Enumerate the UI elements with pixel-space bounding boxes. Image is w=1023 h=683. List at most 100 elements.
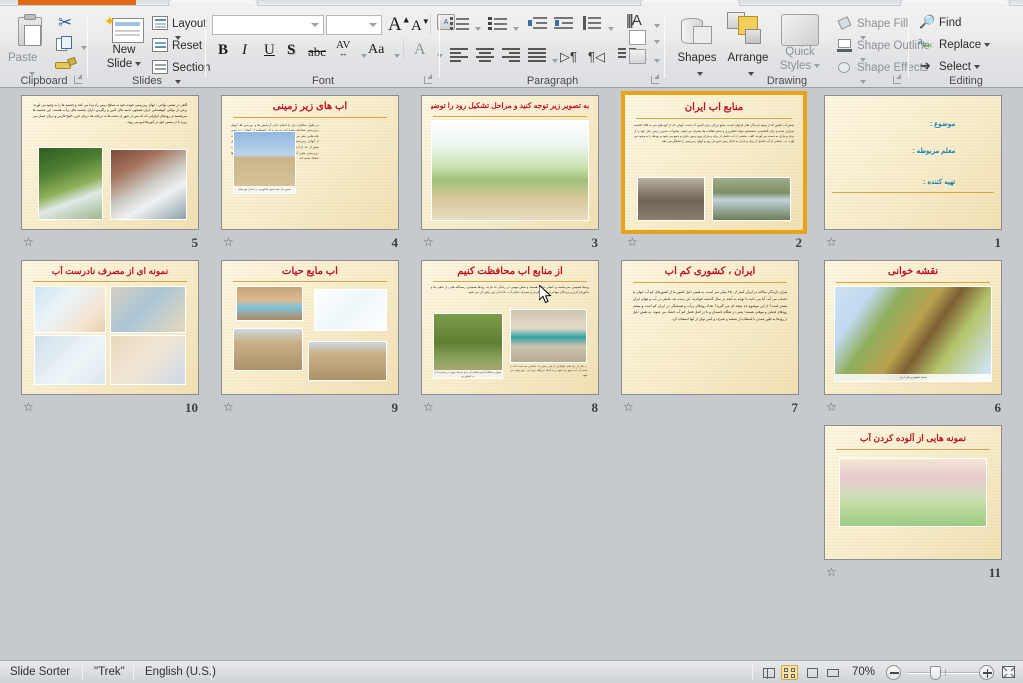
select-icon[interactable]: ➔	[920, 58, 934, 73]
decrease-font-size-button[interactable]: A▼	[411, 17, 430, 35]
slide-show-button[interactable]	[824, 665, 841, 680]
font-size-combo[interactable]	[326, 15, 382, 35]
shape-outline-icon[interactable]	[837, 38, 853, 53]
paste-button[interactable]: Paste	[8, 50, 37, 64]
status-language[interactable]: English (U.S.)	[145, 665, 216, 680]
status-view-name[interactable]: Slide Sorter	[10, 665, 70, 680]
shape-effects-icon[interactable]	[837, 60, 853, 75]
status-theme-name[interactable]: "Trek"	[94, 665, 125, 680]
align-left-icon[interactable]	[450, 48, 468, 62]
reset-icon[interactable]	[152, 38, 168, 52]
slide-sorter-workspace[interactable]: گاهی در بعضی نواحی ، آبهای زیرزمینی خودب…	[0, 88, 1023, 660]
italic-button[interactable]: I	[242, 42, 247, 59]
slide-canvas-11[interactable]: نمونه هایی از آلوده کردن آب	[824, 425, 1002, 560]
transition-star-icon[interactable]: ☆	[223, 236, 237, 250]
left-to-right-icon[interactable]: ▷¶	[560, 49, 577, 65]
line-spacing-icon[interactable]	[582, 16, 602, 31]
quick-styles-button[interactable]: Quick Styles	[773, 46, 827, 72]
transition-star-icon[interactable]: ☆	[826, 236, 840, 250]
find-icon[interactable]: 🔎	[919, 15, 935, 29]
slide-canvas-7[interactable]: ایران ، کشوری کم آب میزان بارندگی سالانه…	[621, 260, 799, 395]
find-button[interactable]: Find	[939, 15, 961, 29]
zoom-in-button[interactable]	[979, 665, 994, 680]
slide-canvas-2[interactable]: منابع آب ایران بخش آب کشور که از وجود با…	[621, 91, 807, 234]
transition-star-icon[interactable]: ☆	[826, 401, 840, 415]
cut-icon[interactable]: ✂	[58, 14, 76, 32]
bullets-chevron-down-icon[interactable]	[472, 21, 481, 35]
clipboard-dialog-launcher[interactable]	[73, 74, 84, 85]
numbering-chevron-down-icon[interactable]	[510, 21, 519, 35]
zoom-slider-thumb[interactable]	[930, 666, 941, 680]
justify-icon[interactable]	[528, 48, 546, 62]
increase-indent-icon[interactable]	[554, 16, 574, 31]
text-direction-icon[interactable]: |||A	[626, 12, 642, 29]
reset-button[interactable]: Reset	[172, 38, 202, 52]
paste-icon[interactable]	[14, 14, 48, 48]
transition-star-icon[interactable]: ☆	[23, 236, 37, 250]
section-icon[interactable]	[152, 60, 168, 74]
underline-button[interactable]: U	[264, 42, 275, 59]
paragraph-dialog-launcher[interactable]	[650, 74, 661, 85]
character-spacing-button[interactable]: AV ↔	[336, 39, 350, 58]
copy-dropdown-arrow[interactable]	[78, 40, 87, 54]
tab-file[interactable]	[18, 0, 136, 5]
font-name-chevron-down-icon[interactable]	[311, 23, 319, 27]
align-text-chevron-down-icon[interactable]	[651, 34, 660, 48]
slide-canvas-10[interactable]: نمونه ای از مصرف نادرست آب	[21, 260, 199, 395]
slide-canvas-5[interactable]: گاهی در بعضی نواحی ، آبهای زیرزمینی خودب…	[21, 95, 199, 230]
drawing-dialog-launcher[interactable]	[892, 74, 903, 85]
decrease-indent-icon[interactable]	[528, 16, 548, 31]
layout-icon[interactable]	[152, 16, 168, 30]
justify-chevron-down-icon[interactable]	[549, 53, 558, 67]
font-color-button[interactable]: A	[414, 41, 426, 59]
font-size-chevron-down-icon[interactable]	[369, 23, 377, 27]
zoom-out-button[interactable]	[886, 665, 901, 680]
slide-canvas-6[interactable]: نقشه خوانی نقشه ناهمواری های ایران	[824, 260, 1002, 395]
new-slide-icon[interactable]: ✦	[102, 14, 146, 46]
slide-canvas-9[interactable]: آب مایع حیات	[221, 260, 399, 395]
copy-icon[interactable]	[56, 36, 76, 52]
slide-sorter-view-button[interactable]	[781, 665, 798, 680]
transition-star-icon[interactable]: ☆	[623, 401, 637, 415]
change-case-button[interactable]: Aa	[368, 42, 384, 58]
shapes-icon[interactable]	[677, 14, 717, 48]
text-shadow-button[interactable]: S	[287, 42, 295, 59]
shape-fill-icon[interactable]	[837, 16, 853, 31]
zoom-level-label[interactable]: 70%	[852, 665, 875, 680]
reading-view-button[interactable]	[803, 665, 820, 680]
transition-star-icon[interactable]: ☆	[223, 401, 237, 415]
format-painter-icon[interactable]	[55, 56, 77, 72]
character-spacing-chevron-down-icon[interactable]	[358, 48, 367, 62]
slide-canvas-1[interactable]: موضوع : معلم مربوطه : تهیه کننده :	[824, 95, 1002, 230]
align-text-icon[interactable]	[629, 30, 646, 45]
shapes-button[interactable]: Shapes	[673, 50, 721, 64]
transition-star-icon[interactable]: ☆	[627, 236, 641, 250]
normal-view-button[interactable]	[760, 665, 777, 680]
line-spacing-chevron-down-icon[interactable]	[605, 21, 614, 35]
select-button[interactable]: Select	[939, 59, 980, 73]
font-dialog-launcher[interactable]	[423, 74, 434, 85]
arrange-icon[interactable]	[725, 12, 765, 48]
font-name-combo[interactable]	[212, 15, 324, 35]
bold-button[interactable]: B	[218, 42, 228, 59]
fit-to-window-button[interactable]	[1000, 664, 1018, 681]
align-center-icon[interactable]	[476, 48, 494, 62]
transition-star-icon[interactable]: ☆	[23, 401, 37, 415]
slide-canvas-4[interactable]: آب های زیر زمینی در طول سالیان دراز با ا…	[221, 95, 399, 230]
convert-to-smartart-chevron-down-icon[interactable]	[651, 53, 660, 67]
quick-styles-icon[interactable]	[781, 14, 819, 46]
text-direction-chevron-down-icon[interactable]	[651, 18, 660, 32]
increase-font-size-button[interactable]: A▲	[388, 14, 411, 36]
transition-star-icon[interactable]: ☆	[423, 236, 437, 250]
slide-canvas-8[interactable]: از منابع آب محافظت کنیم رودها همچنین سرچ…	[421, 260, 599, 395]
slide-canvas-3[interactable]: به تصویر زیر توجه کنید و مراحل تشکیل رود…	[421, 95, 599, 230]
strikethrough-button[interactable]: abc	[308, 44, 326, 60]
replace-button[interactable]: Replace	[939, 37, 991, 51]
transition-star-icon[interactable]: ☆	[826, 566, 840, 580]
replace-icon[interactable]: abac	[918, 36, 933, 49]
align-right-icon[interactable]	[502, 48, 520, 62]
transition-star-icon[interactable]: ☆	[423, 401, 437, 415]
convert-to-smartart-icon[interactable]	[629, 49, 646, 64]
numbering-icon[interactable]	[488, 16, 508, 31]
arrange-button[interactable]: Arrange	[721, 50, 775, 64]
